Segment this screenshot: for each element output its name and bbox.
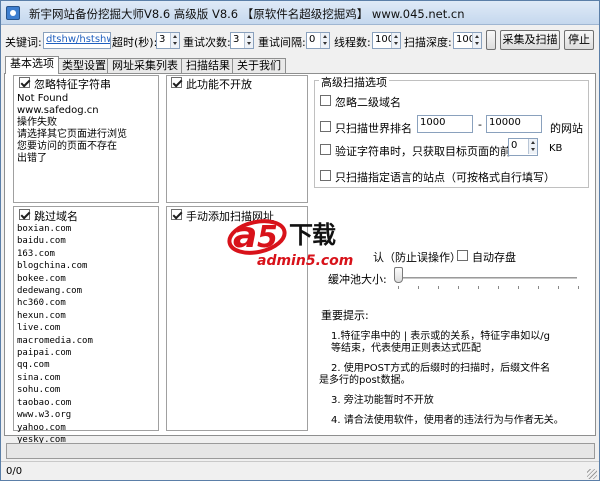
verify-kb-value: 0 — [511, 140, 518, 151]
retry-spinner[interactable]: 3 — [230, 32, 254, 49]
retry-interval-label: 重试间隔: — [258, 36, 306, 49]
slider-tick — [418, 286, 419, 289]
svg-text:a: a — [233, 215, 257, 256]
slider-tick — [538, 286, 539, 289]
watermark-cn-text: 下载 — [289, 221, 336, 249]
disabled-feature-label: 此功能不开放 — [186, 78, 252, 91]
slider-tick — [398, 286, 399, 289]
ignore-subdomain-checkbox[interactable] — [320, 95, 331, 106]
timeout-value: 3 — [159, 34, 166, 45]
slider-tick — [438, 286, 439, 289]
retry-interval-value: 0 — [309, 34, 316, 45]
spinner-arrows-icon[interactable] — [244, 33, 253, 48]
threads-spinner[interactable]: 100 — [372, 32, 401, 49]
a5-logo-icon: a 5 — [227, 215, 287, 256]
slider-tick — [478, 286, 479, 289]
verify-kb-unit: KB — [549, 143, 563, 154]
tab-about[interactable]: 关于我们 — [232, 58, 286, 73]
skip-domains-checkbox[interactable] — [19, 209, 30, 220]
depth-spinner[interactable]: 100 — [453, 32, 482, 49]
buffer-slider-thumb[interactable] — [394, 267, 403, 283]
spinner-arrows-icon[interactable] — [391, 33, 400, 48]
ignore-subdomain-label: 忽略二级域名 — [335, 96, 401, 109]
collect-scan-button[interactable]: 采集及扫描 — [500, 30, 560, 50]
disabled-feature-checkbox[interactable] — [171, 77, 182, 88]
skip-domains-label: 跳过域名 — [34, 210, 78, 223]
note-line: 等结束，代表使用正则表达式匹配 — [331, 343, 481, 354]
note-line: 3. 旁注功能暂时不开放 — [331, 395, 434, 406]
notes-heading: 重要提示: — [321, 309, 369, 322]
status-bar: 0/0 — [1, 461, 599, 480]
manual-add-checkbox[interactable] — [171, 209, 182, 220]
skip-domains-list[interactable]: boxian.com baidu.com 163.com blogchina.c… — [17, 223, 93, 446]
window-title: 新宇网站备份挖掘大师V8.6 高级版 V8.6 【原软件名超级挖掘鸡】 www.… — [29, 7, 465, 21]
autosave-label: 自动存盘 — [472, 251, 516, 264]
note-line: 4. 请合法使用软件，使用者的违法行为与作者无关。 — [331, 415, 564, 426]
ignore-signature-text[interactable]: Not Found www.safedog.cn 操作失败 请选择其它页面进行浏… — [17, 93, 127, 165]
slider-tick — [578, 286, 579, 289]
svg-text:5: 5 — [257, 220, 278, 255]
keyword-label: 关键词: — [5, 36, 42, 49]
tab-basic-options[interactable]: 基本选项 — [5, 56, 59, 74]
language-checkbox[interactable] — [320, 170, 331, 181]
slider-tick — [498, 286, 499, 289]
toolbar-separator-button[interactable] — [486, 30, 496, 50]
world-rank-to-input[interactable]: 10000 — [486, 115, 542, 133]
autosave-checkbox[interactable] — [457, 250, 468, 261]
resize-grip-icon[interactable] — [587, 469, 597, 479]
buffer-slider-track[interactable] — [397, 277, 577, 279]
retry-label: 重试次数: — [183, 36, 231, 49]
note-line: 是多行的post数据。 — [319, 375, 411, 386]
slider-tick — [458, 286, 459, 289]
tab-url-list[interactable]: 网址采集列表 — [107, 58, 183, 73]
slider-tick — [518, 286, 519, 289]
slider-tick — [558, 286, 559, 289]
spinner-arrows-icon[interactable] — [170, 33, 179, 48]
verify-string-checkbox[interactable] — [320, 144, 331, 155]
language-label: 只扫描指定语言的站点（可按格式自行填写） — [335, 171, 555, 184]
watermark-url-text: admin5.com — [257, 253, 354, 269]
ignore-signature-label: 忽略特征字符串 — [34, 78, 111, 91]
world-rank-suffix: 的网站 — [550, 122, 583, 135]
world-rank-from-input[interactable]: 1000 — [417, 115, 473, 133]
keyword-input[interactable]: dtshw/hstshw — [43, 32, 111, 49]
world-rank-separator: - — [478, 118, 482, 131]
depth-label: 扫描深度: — [404, 36, 452, 49]
stop-button[interactable]: 停止 — [564, 30, 594, 50]
timeout-label: 超时(秒): — [112, 36, 158, 49]
app-window: 新宇网站备份挖掘大师V8.6 高级版 V8.6 【原软件名超级挖掘鸡】 www.… — [0, 0, 600, 481]
verify-string-label: 验证字符串时，只获取目标页面的前 — [335, 145, 511, 158]
retry-interval-spinner[interactable]: 0 — [306, 32, 330, 49]
ignore-signature-checkbox[interactable] — [19, 77, 30, 88]
world-rank-checkbox[interactable] — [320, 121, 331, 132]
tab-type-settings[interactable]: 类型设置 — [57, 58, 111, 73]
title-bar[interactable]: 新宇网站备份挖掘大师V8.6 高级版 V8.6 【原软件名超级挖掘鸡】 www.… — [1, 1, 599, 25]
timeout-spinner[interactable]: 3 — [156, 32, 180, 49]
advanced-group-title: 高级扫描选项 — [319, 74, 389, 90]
scan-progress-bar — [6, 443, 595, 459]
admin5-watermark: a 5 下载 admin5.com — [227, 207, 387, 277]
tab-scan-results[interactable]: 扫描结果 — [181, 58, 235, 73]
world-rank-label: 只扫描世界排名 — [335, 122, 412, 135]
verify-kb-spinner[interactable]: 0 — [508, 138, 538, 156]
spinner-arrows-icon[interactable] — [320, 33, 329, 48]
spinner-arrows-icon[interactable] — [472, 33, 481, 48]
retry-value: 3 — [233, 34, 240, 45]
spinner-arrows-icon[interactable] — [528, 139, 537, 154]
status-count: 0/0 — [6, 466, 23, 477]
app-icon — [6, 6, 20, 20]
threads-label: 线程数: — [334, 36, 371, 49]
disabled-feature-panel — [166, 75, 308, 203]
